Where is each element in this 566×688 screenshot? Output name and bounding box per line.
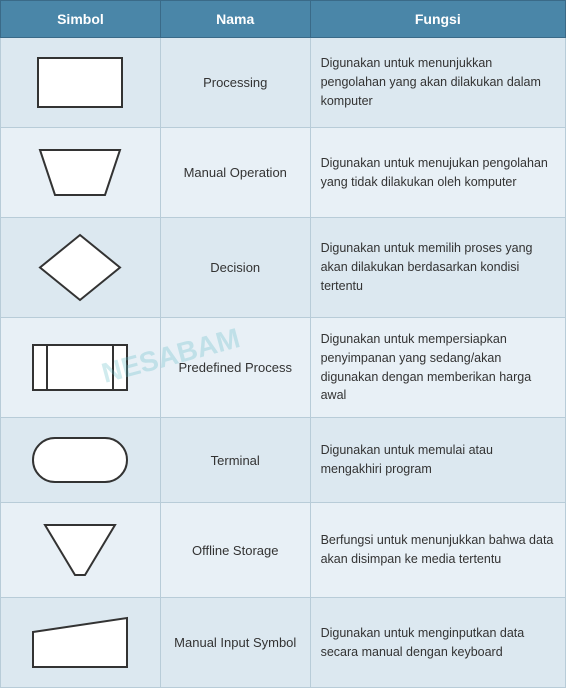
name-offline-storage: Offline Storage: [160, 503, 310, 598]
symbol-terminal: [1, 418, 161, 503]
func-decision: Digunakan untuk memilih proses yang akan…: [310, 218, 565, 318]
func-manual-input: Digunakan untuk menginputkan data secara…: [310, 598, 565, 688]
header-simbol: Simbol: [1, 1, 161, 38]
table-header-row: Simbol Nama Fungsi: [1, 1, 566, 38]
table-wrapper: NESABAM Simbol Nama Fungsi Processing Di…: [0, 0, 566, 688]
header-fungsi: Fungsi: [310, 1, 565, 38]
func-offline-storage: Berfungsi untuk menunjukkan bahwa data a…: [310, 503, 565, 598]
table-row: Decision Digunakan untuk memilih proses …: [1, 218, 566, 318]
func-terminal: Digunakan untuk memulai atau mengakhiri …: [310, 418, 565, 503]
name-terminal: Terminal: [160, 418, 310, 503]
symbol-processing: [1, 38, 161, 128]
func-processing: Digunakan untuk menunjukkan pengolahan y…: [310, 38, 565, 128]
func-manual-operation: Digunakan untuk menujukan pengolahan yan…: [310, 128, 565, 218]
func-predefined-process: Digunakan untuk mempersiapkan penyimpana…: [310, 318, 565, 418]
header-nama: Nama: [160, 1, 310, 38]
table-row: Predefined Process Digunakan untuk mempe…: [1, 318, 566, 418]
table-row: Terminal Digunakan untuk memulai atau me…: [1, 418, 566, 503]
symbol-manual-input: [1, 598, 161, 688]
symbol-predefined-process: [1, 318, 161, 418]
table-row: Manual Operation Digunakan untuk menujuk…: [1, 128, 566, 218]
name-decision: Decision: [160, 218, 310, 318]
table-row: Offline Storage Berfungsi untuk menunjuk…: [1, 503, 566, 598]
symbol-decision: [1, 218, 161, 318]
symbol-offline-storage: [1, 503, 161, 598]
name-manual-operation: Manual Operation: [160, 128, 310, 218]
name-manual-input: Manual Input Symbol: [160, 598, 310, 688]
symbols-table: Simbol Nama Fungsi Processing Digunakan …: [0, 0, 566, 688]
name-processing: Processing: [160, 38, 310, 128]
table-row: Processing Digunakan untuk menunjukkan p…: [1, 38, 566, 128]
symbol-manual-operation: [1, 128, 161, 218]
name-predefined-process: Predefined Process: [160, 318, 310, 418]
table-row: Manual Input Symbol Digunakan untuk meng…: [1, 598, 566, 688]
